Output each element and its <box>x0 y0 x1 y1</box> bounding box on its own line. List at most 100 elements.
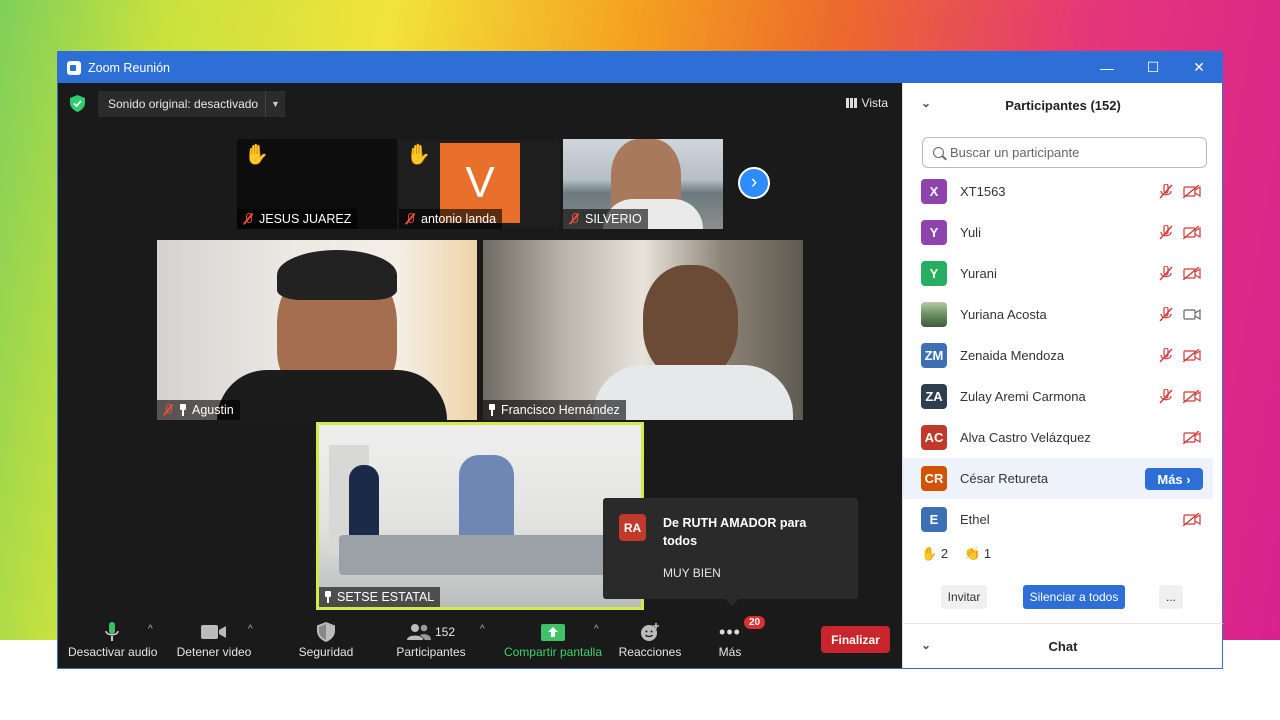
participants-button[interactable]: 152 Participantes ^ <box>394 619 485 659</box>
participant-name: Yuli <box>960 225 981 240</box>
participant-name: Alva Castro Velázquez <box>960 430 1091 445</box>
video-tile-agustin[interactable]: Agustin <box>157 240 477 420</box>
meeting-toolbar: Desactivar audio ^ Detener video ^ Segur… <box>58 610 902 668</box>
avatar-photo <box>921 302 947 327</box>
chevron-down-icon[interactable]: ⌄ <box>921 96 931 110</box>
video-off-icon[interactable] <box>1183 349 1201 362</box>
minimize-button[interactable]: — <box>1084 52 1130 83</box>
title-bar: Zoom Reunión — ☐ ✕ <box>58 52 1222 83</box>
view-button[interactable]: Vista <box>845 96 888 110</box>
chevron-up-icon[interactable]: ^ <box>248 624 253 635</box>
video-tile-francisco[interactable]: Francisco Hernández <box>483 240 803 420</box>
participant-row[interactable]: AC Alva Castro Velázquez <box>903 417 1213 458</box>
next-page-arrow-icon[interactable]: › <box>738 167 770 199</box>
video-off-icon[interactable] <box>1183 185 1201 198</box>
smiley-plus-icon <box>641 623 659 641</box>
avatar: CR <box>921 466 947 491</box>
video-tile-antonio[interactable]: ✋ V antonio landa <box>399 139 559 229</box>
grid-icon <box>845 98 857 108</box>
participant-row[interactable]: ZA Zulay Aremi Carmona <box>903 376 1213 417</box>
participant-name: César Retureta <box>960 471 1049 486</box>
mic-muted-icon[interactable] <box>1159 266 1173 281</box>
participant-name: JESUS JUAREZ <box>259 212 352 226</box>
mic-muted-icon[interactable] <box>1159 307 1173 322</box>
zoom-app-icon <box>67 60 81 75</box>
participant-name-bar: JESUS JUAREZ <box>237 209 358 229</box>
clap-value: 1 <box>983 546 992 561</box>
mic-muted-icon[interactable] <box>1159 389 1173 404</box>
share-screen-label: Compartir pantalla <box>503 645 603 659</box>
chat-header[interactable]: ⌄ Chat <box>903 623 1223 668</box>
avatar: Y <box>921 220 947 245</box>
participants-count: 152 <box>434 625 456 639</box>
participant-search-input[interactable]: Buscar un participante <box>922 137 1207 168</box>
participant-row[interactable]: Y Yurani <box>903 253 1213 294</box>
mic-muted-icon[interactable] <box>1159 348 1173 363</box>
mute-audio-button[interactable]: Desactivar audio ^ <box>68 619 158 659</box>
chevron-down-icon[interactable]: ⌄ <box>921 638 931 652</box>
chat-notification[interactable]: RA De RUTH AMADOR para todos MUY BIEN <box>603 498 858 606</box>
meeting-area: Sonido original: desactivado ▼ Vista ✋ J… <box>58 83 902 668</box>
invite-button[interactable]: Invitar <box>941 585 987 609</box>
video-tile-setse-active-speaker[interactable]: SETSE ESTATAL <box>316 422 644 610</box>
end-meeting-button[interactable]: Finalizar <box>821 626 890 653</box>
participants-label: Participantes <box>396 645 466 659</box>
participant-row[interactable]: E Ethel <box>903 499 1213 535</box>
more-options-button[interactable]: Más › <box>1145 468 1203 490</box>
chevron-down-icon[interactable]: ▼ <box>265 91 285 117</box>
reactions-button[interactable]: Reacciones <box>618 619 682 659</box>
participant-row[interactable]: X XT1563 <box>903 171 1213 212</box>
participant-row[interactable]: ZM Zenaida Mendoza <box>903 335 1213 376</box>
search-placeholder: Buscar un participante <box>950 145 1080 160</box>
chevron-up-icon[interactable]: ^ <box>594 624 599 635</box>
mute-all-button[interactable]: Silenciar a todos <box>1023 585 1125 609</box>
chevron-up-icon[interactable]: ^ <box>480 624 485 635</box>
participant-name-bar: Francisco Hernández <box>483 400 626 420</box>
security-button[interactable]: Seguridad <box>294 619 358 659</box>
avatar: RA <box>619 514 646 541</box>
participant-row[interactable]: Y Yuli <box>903 212 1213 253</box>
video-tile-jesus[interactable]: ✋ JESUS JUAREZ <box>237 139 397 229</box>
participant-name: SILVERIO <box>585 212 642 226</box>
participant-row-hovered[interactable]: CR César Retureta Más › <box>903 458 1213 499</box>
participant-name: Ethel <box>960 512 990 527</box>
mic-muted-icon[interactable] <box>1159 184 1173 199</box>
mic-muted-icon[interactable] <box>1159 225 1173 240</box>
video-off-icon[interactable] <box>1183 390 1201 403</box>
chat-title: Chat <box>1048 638 1078 654</box>
participant-name: antonio landa <box>421 212 497 226</box>
participant-name: Yuriana Acosta <box>960 307 1047 322</box>
participant-video <box>217 370 447 420</box>
video-off-icon[interactable] <box>1183 513 1201 526</box>
raised-hand-icon: ✋ <box>406 144 431 166</box>
participant-name: Zenaida Mendoza <box>960 348 1065 363</box>
participant-name-bar: SETSE ESTATAL <box>319 587 441 607</box>
video-on-icon[interactable] <box>1183 308 1201 321</box>
reactions-label: Reacciones <box>618 645 682 659</box>
people-icon <box>406 624 431 640</box>
video-off-icon[interactable] <box>1183 226 1201 239</box>
stop-video-label: Detener video <box>176 645 252 659</box>
original-sound-toggle[interactable]: Sonido original: desactivado <box>98 91 269 117</box>
mic-muted-icon <box>162 404 174 416</box>
mute-audio-label: Desactivar audio <box>68 645 158 659</box>
more-button[interactable]: ••• Más 20 <box>710 616 766 659</box>
zoom-window: Zoom Reunión — ☐ ✕ Sonido original: desa… <box>58 52 1223 668</box>
participant-name: Zulay Aremi Carmona <box>960 389 1086 404</box>
maximize-button[interactable]: ☐ <box>1130 52 1176 83</box>
participants-panel: ⌄ Participantes (152) Buscar un particip… <box>902 83 1223 668</box>
clap-icon: 👏 <box>964 546 981 561</box>
participants-title: Participantes (152) <box>1005 97 1121 113</box>
close-button[interactable]: ✕ <box>1176 52 1222 83</box>
share-screen-button[interactable]: Compartir pantalla ^ <box>502 619 604 659</box>
avatar: AC <box>921 425 947 450</box>
video-tile-silverio[interactable]: SILVERIO <box>563 139 723 229</box>
participant-name: Agustin <box>192 403 234 417</box>
chevron-up-icon[interactable]: ^ <box>148 624 153 635</box>
video-off-icon[interactable] <box>1183 267 1201 280</box>
video-off-icon[interactable] <box>1183 431 1201 444</box>
participant-row[interactable]: Yuriana Acosta <box>903 294 1213 335</box>
more-participant-options-button[interactable]: ... <box>1159 585 1183 609</box>
stop-video-button[interactable]: Detener video ^ <box>174 619 254 659</box>
shield-check-icon[interactable] <box>70 95 85 112</box>
